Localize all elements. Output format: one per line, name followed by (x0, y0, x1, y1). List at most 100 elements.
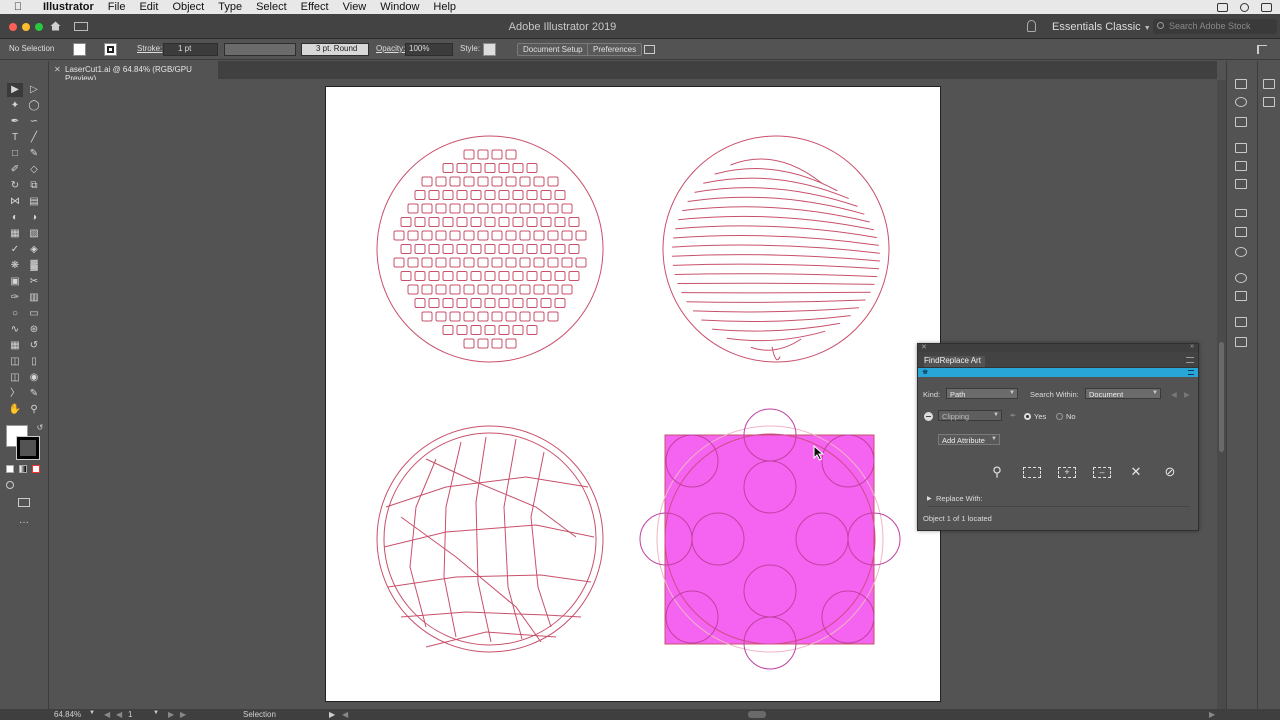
width-tool-icon[interactable]: ⋈ (7, 195, 23, 209)
kind-select[interactable]: Path ▼ (946, 388, 1018, 399)
draw-mode-icon[interactable] (6, 481, 14, 489)
warp-tool-icon[interactable]: ↺ (26, 339, 42, 353)
last-artboard-icon[interactable]: ▶ (180, 710, 186, 719)
shaper-tool-icon[interactable]: ✐ (7, 163, 23, 177)
first-artboard-icon[interactable]: ◀ (104, 710, 110, 719)
type-tool-icon[interactable]: T (7, 131, 23, 145)
prev-result-icon[interactable]: ◀ (1171, 390, 1177, 399)
panel-tab-title[interactable]: FindReplace Art (924, 356, 985, 367)
transparency-icon[interactable] (1235, 247, 1247, 257)
hide-icon[interactable]: ⊘ (1162, 465, 1178, 479)
replace-with-label[interactable]: Replace With: (936, 494, 983, 503)
prev-artboard-icon[interactable]: ◀ (116, 710, 122, 719)
menu-edit[interactable]: Edit (132, 1, 165, 13)
yes-radio[interactable] (1024, 413, 1031, 420)
stroke-swatch[interactable] (16, 436, 40, 460)
variable-width-profile[interactable] (224, 43, 296, 56)
search-icon[interactable] (1240, 2, 1249, 12)
join-tool-icon[interactable]: ⊛ (26, 323, 42, 337)
live-paint-tool-icon[interactable]: ◑ (26, 211, 42, 225)
panel-menu-icon[interactable] (1257, 45, 1267, 54)
direct-selection-tool-icon[interactable]: ▷ (26, 83, 42, 97)
eyedropper-tool-icon[interactable]: ✓ (7, 243, 23, 257)
symbols-icon[interactable] (1235, 179, 1247, 189)
rotate-tool-icon[interactable]: ↻ (7, 179, 23, 193)
eyedropper-icon[interactable]: ✒ (1010, 411, 1016, 420)
arrange-icon[interactable] (644, 45, 655, 54)
document-setup-button[interactable]: Document Setup (517, 43, 589, 56)
search-within-select[interactable]: Document ▼ (1085, 388, 1161, 399)
libraries-icon[interactable] (1235, 97, 1247, 107)
menu-help[interactable]: Help (426, 1, 463, 13)
add-attribute-button[interactable]: Add Attribute ▼ (938, 434, 1000, 445)
next-artboard-icon[interactable]: ▶ (168, 710, 174, 719)
workspace-switcher[interactable]: Essentials Classic ▼ (1052, 21, 1151, 33)
zoom-level[interactable]: 64.84% (54, 710, 81, 719)
artboard[interactable] (325, 86, 941, 702)
menu-view[interactable]: View (336, 1, 374, 13)
crop-tool-icon[interactable]: ▦ (7, 339, 23, 353)
lasso-tool-icon[interactable]: ◯ (26, 99, 42, 113)
stroke-weight-field[interactable]: 1 pt (163, 43, 218, 56)
next-result-icon[interactable]: ▶ (1184, 390, 1190, 399)
free-transform-tool-icon[interactable]: ▤ (26, 195, 42, 209)
gradient-mode-icon[interactable] (19, 465, 27, 473)
stroke-label[interactable]: Stroke: (137, 44, 162, 53)
blend-tool-icon[interactable]: ◈ (26, 243, 42, 257)
hamburger-menu-icon[interactable] (1188, 370, 1194, 375)
selection-tool-icon[interactable]: ▶ (7, 83, 23, 97)
no-radio[interactable] (1056, 413, 1063, 420)
slice-tool-icon[interactable]: ✂ (26, 275, 42, 289)
document-tab[interactable]: ✕ LaserCut1.ai @ 64.84% (RGB/GPU Preview… (50, 61, 218, 83)
menu-file[interactable]: File (101, 1, 133, 13)
lightbulb-icon[interactable] (1027, 20, 1036, 32)
curvature-tool-icon[interactable]: ∽ (26, 115, 42, 129)
knife-tool-icon[interactable]: 〉 (7, 387, 23, 401)
measure-tool-icon[interactable]: ✎ (26, 387, 42, 401)
symbol-sprayer-tool-icon[interactable]: ❋ (7, 259, 23, 273)
disclosure-triangle-icon[interactable]: ▶ (927, 495, 932, 502)
line-tool-icon[interactable]: ╱ (26, 131, 42, 145)
properties-icon[interactable] (1235, 117, 1247, 127)
graphic-style-swatch[interactable] (483, 43, 496, 56)
preferences-button[interactable]: Preferences (587, 43, 643, 56)
screen-mode-icon[interactable] (18, 498, 30, 507)
status-menu-arrow-icon[interactable]: ▶ (329, 710, 335, 719)
artboard-number[interactable]: 1 (128, 710, 132, 719)
opacity-field[interactable]: 100% (405, 43, 453, 56)
scrollbar-thumb[interactable] (1219, 342, 1224, 452)
eraser-tool-icon[interactable]: ◇ (26, 163, 42, 177)
menu-object[interactable]: Object (165, 1, 211, 13)
menu-effect[interactable]: Effect (294, 1, 336, 13)
menu-app[interactable]: Illustrator (36, 1, 101, 13)
shape-builder-tool-icon[interactable]: ◐ (7, 211, 23, 225)
brushes-icon[interactable] (1235, 161, 1247, 171)
puppet-warp-tool-icon[interactable]: ▯ (26, 355, 42, 369)
menu-select[interactable]: Select (249, 1, 294, 13)
screen-record-icon[interactable] (1217, 2, 1228, 12)
opacity-label[interactable]: Opacity: (376, 44, 405, 53)
apple-menu-icon[interactable]:  (0, 1, 36, 13)
chart-tool-icon[interactable]: ◉ (26, 371, 42, 385)
menu-list-icon[interactable] (1261, 2, 1272, 12)
hand-tool-icon[interactable]: ✋ (7, 403, 23, 417)
collapse-panel-icon[interactable]: » (1190, 343, 1194, 350)
remove-attribute-icon[interactable] (924, 412, 933, 421)
close-tab-icon[interactable]: ✕ (54, 65, 61, 74)
scroll-left-icon[interactable]: ◀ (342, 710, 348, 719)
mesh-tool-icon[interactable]: ▦ (7, 227, 23, 241)
artboards-icon[interactable] (1235, 337, 1247, 347)
pencil-tool-icon[interactable]: ∿ (7, 323, 23, 337)
gradient-tool-icon[interactable]: ▧ (26, 227, 42, 241)
vertical-scrollbar[interactable] (1217, 80, 1226, 709)
graphic-styles-icon[interactable] (1235, 291, 1247, 301)
ellipse-tool-icon[interactable]: ○ (7, 307, 23, 321)
layers-icon[interactable] (1235, 79, 1247, 89)
menu-type[interactable]: Type (211, 1, 249, 13)
close-panel-icon[interactable]: ✕ (921, 343, 927, 351)
rounded-rect-tool-icon[interactable]: ▭ (26, 307, 42, 321)
magic-wand-tool-icon[interactable]: ✦ (7, 99, 23, 113)
honeycomb-circle[interactable] (376, 135, 604, 363)
dotted-circle[interactable] (639, 408, 901, 670)
select-all-icon[interactable] (1023, 467, 1041, 478)
